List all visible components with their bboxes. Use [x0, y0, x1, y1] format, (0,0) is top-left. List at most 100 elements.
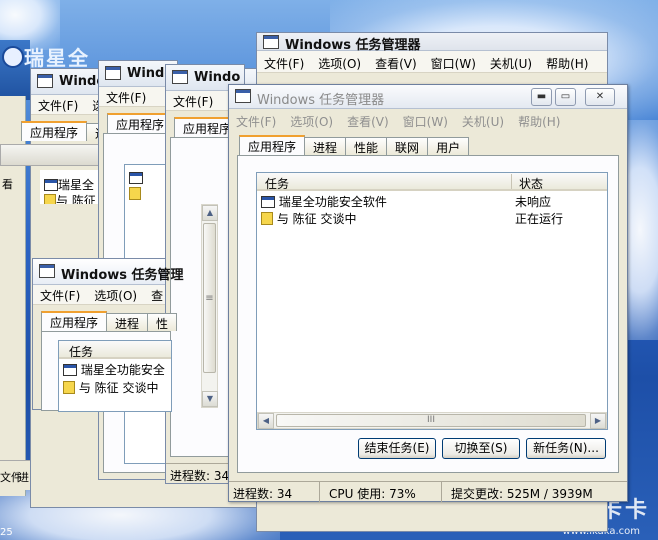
- window-icon: [235, 89, 251, 103]
- title-bar[interactable]: Windows 任务管理器: [257, 33, 607, 53]
- tab-users[interactable]: 用户: [427, 137, 470, 155]
- menu-window[interactable]: 窗口(W): [396, 111, 455, 130]
- window-title: Windows 任务管理: [61, 268, 184, 283]
- menu-shutdown[interactable]: 关机(U): [483, 53, 539, 72]
- task-name: 与 陈征 交谈中: [276, 212, 357, 226]
- task-manager-window-small[interactable]: Windows 任务管理 文件(F) 选项(O) 查 应用程序 进程性 任务 瑞星全功…: [32, 258, 184, 412]
- menu-file[interactable]: 文件(F): [166, 91, 220, 110]
- maximize-button[interactable]: ▭: [555, 88, 576, 106]
- note-icon: [44, 194, 56, 204]
- task-status: 正在运行: [515, 212, 564, 226]
- column-status[interactable]: 状态: [519, 175, 543, 192]
- menu-options[interactable]: 选项(O): [311, 53, 368, 72]
- window-icon: [37, 74, 53, 88]
- menu-view[interactable]: 查看(V): [340, 111, 396, 130]
- task-name: 瑞星全功能安全: [80, 363, 165, 377]
- scroll-left-button[interactable]: ◀: [258, 413, 274, 429]
- process-count: 进程数: 34: [170, 469, 230, 483]
- menu-file[interactable]: 文件(F): [31, 95, 85, 114]
- column-divider[interactable]: [511, 174, 512, 189]
- note-icon: [129, 187, 141, 200]
- column-task[interactable]: 任务: [69, 343, 93, 360]
- tab-strip: 应用程序 进程 性能 联网 用户: [239, 135, 470, 155]
- menu-bar: 文件(F) 选项(O) 查看(V) 窗口(W) 关机(U) 帮助(H): [257, 51, 607, 73]
- window-icon: [44, 179, 58, 191]
- close-button[interactable]: ✕: [585, 88, 615, 106]
- tab-applications[interactable]: 应用程序: [107, 113, 174, 133]
- horizontal-scrollbar[interactable]: ◀ III ▶: [257, 412, 607, 429]
- list-item[interactable]: 与 陈征 交谈中: [63, 379, 167, 395]
- window-title: Windows 任务管理器: [257, 93, 385, 108]
- list-item[interactable]: 瑞星全功能安全软件 未响应: [261, 193, 603, 209]
- task-list[interactable]: 任务 状态 瑞星全功能安全软件 未响应 与 陈征 交谈中 正在运行 ◀ III …: [256, 172, 608, 430]
- menu-window[interactable]: 窗口(W): [424, 53, 483, 72]
- window-icon: [261, 196, 275, 208]
- applications-panel: 任务 状态 瑞星全功能安全软件 未响应 与 陈征 交谈中 正在运行 ◀ III …: [237, 155, 619, 473]
- window-icon: [105, 66, 121, 80]
- scroll-thumb[interactable]: ≡: [203, 223, 216, 373]
- menu-help[interactable]: 帮助(H): [511, 111, 567, 130]
- left-status-text2: 进: [18, 471, 29, 484]
- edge-number: 25: [0, 527, 13, 538]
- minimize-button[interactable]: ▬: [531, 88, 552, 106]
- menu-file[interactable]: 文件(F): [33, 285, 87, 304]
- menu-bar: 文件(F) 选项(O) 查看(V) 窗口(W) 关机(U) 帮助(H): [229, 109, 627, 131]
- menu-view[interactable]: 查看(V): [368, 53, 424, 72]
- menu-file[interactable]: 文件(F): [99, 87, 153, 106]
- tab-performance[interactable]: 性能: [345, 137, 388, 155]
- task-list[interactable]: 任务 瑞星全功能安全 与 陈征 交谈中: [58, 340, 172, 412]
- switch-to-button[interactable]: 切换至(S): [442, 438, 520, 459]
- side-label: 看: [2, 178, 13, 191]
- tab-applications[interactable]: 应用程序: [41, 311, 108, 331]
- list-item[interactable]: 瑞星全功能安全: [63, 361, 167, 377]
- rising-logo-icon: [2, 46, 24, 68]
- status-bar: 进程数: 34 CPU 使用: 73% 提交更改: 525M / 3939M: [229, 481, 627, 502]
- rising-logo-text: 瑞星全: [24, 46, 90, 70]
- tab-panel: 任务 瑞星全功能安全 与 陈征 交谈中: [41, 331, 172, 412]
- list-item[interactable]: 与 陈征 交谈中 正在运行: [261, 210, 603, 226]
- bg-task-name: 瑞星全: [58, 178, 95, 192]
- vertical-scrollbar[interactable]: ▲ ≡ ▼: [201, 204, 218, 408]
- menu-options[interactable]: 选项(O): [283, 111, 340, 130]
- scroll-thumb[interactable]: III: [276, 414, 586, 427]
- window-icon: [172, 70, 188, 84]
- tab-strip: 应用程序: [107, 113, 174, 133]
- window-title: Windo: [194, 70, 241, 85]
- status-divider: [319, 482, 320, 502]
- task-manager-window-main[interactable]: Windows 任务管理器 ▬ ▭ ✕ 文件(F) 选项(O) 查看(V) 窗口(W)…: [228, 84, 628, 502]
- tab-applications[interactable]: 应用程序: [239, 135, 306, 155]
- end-task-button[interactable]: 结束任务(E): [358, 438, 436, 459]
- menu-file[interactable]: 文件(F): [229, 111, 283, 130]
- tab-processes[interactable]: 进程: [304, 137, 347, 155]
- bg-task-name2: 与 陈征: [56, 194, 96, 204]
- scroll-up-button[interactable]: ▲: [202, 205, 218, 221]
- note-icon: [261, 212, 273, 225]
- menu-bar: 文件(F) 选项(O) 查: [33, 285, 165, 305]
- menu-view[interactable]: 查: [144, 285, 165, 304]
- menu-options[interactable]: 选项(O): [87, 285, 144, 304]
- status-divider: [441, 482, 442, 502]
- list-header: 任务: [59, 341, 171, 359]
- title-bar[interactable]: Windows 任务管理器 ▬ ▭ ✕: [229, 85, 627, 109]
- scroll-right-button[interactable]: ▶: [590, 413, 606, 429]
- tab-networking[interactable]: 联网: [386, 137, 429, 155]
- title-bar[interactable]: Windows 任务管理: [33, 259, 184, 285]
- scroll-down-button[interactable]: ▼: [202, 391, 218, 407]
- menu-file[interactable]: 文件(F): [257, 53, 311, 72]
- window-icon: [63, 364, 77, 376]
- tab-processes[interactable]: 进程: [106, 313, 149, 331]
- task-name: 与 陈征 交谈中: [78, 381, 159, 395]
- window-icon: [39, 264, 55, 278]
- column-task[interactable]: 任务: [265, 175, 289, 192]
- process-count: 进程数: 34: [233, 487, 293, 501]
- task-name: 瑞星全功能安全软件: [278, 195, 387, 209]
- tab-applications[interactable]: 应用程序: [21, 121, 88, 141]
- menu-help[interactable]: 帮助(H): [539, 53, 595, 72]
- new-task-button[interactable]: 新任务(N)...: [526, 438, 606, 459]
- tab-performance[interactable]: 性: [147, 313, 178, 331]
- window-icon: [129, 172, 143, 184]
- menu-shutdown[interactable]: 关机(U): [455, 111, 511, 130]
- cpu-usage: CPU 使用: 73%: [329, 487, 416, 501]
- commit-charge: 提交更改: 525M / 3939M: [451, 487, 593, 501]
- note-icon: [63, 381, 75, 394]
